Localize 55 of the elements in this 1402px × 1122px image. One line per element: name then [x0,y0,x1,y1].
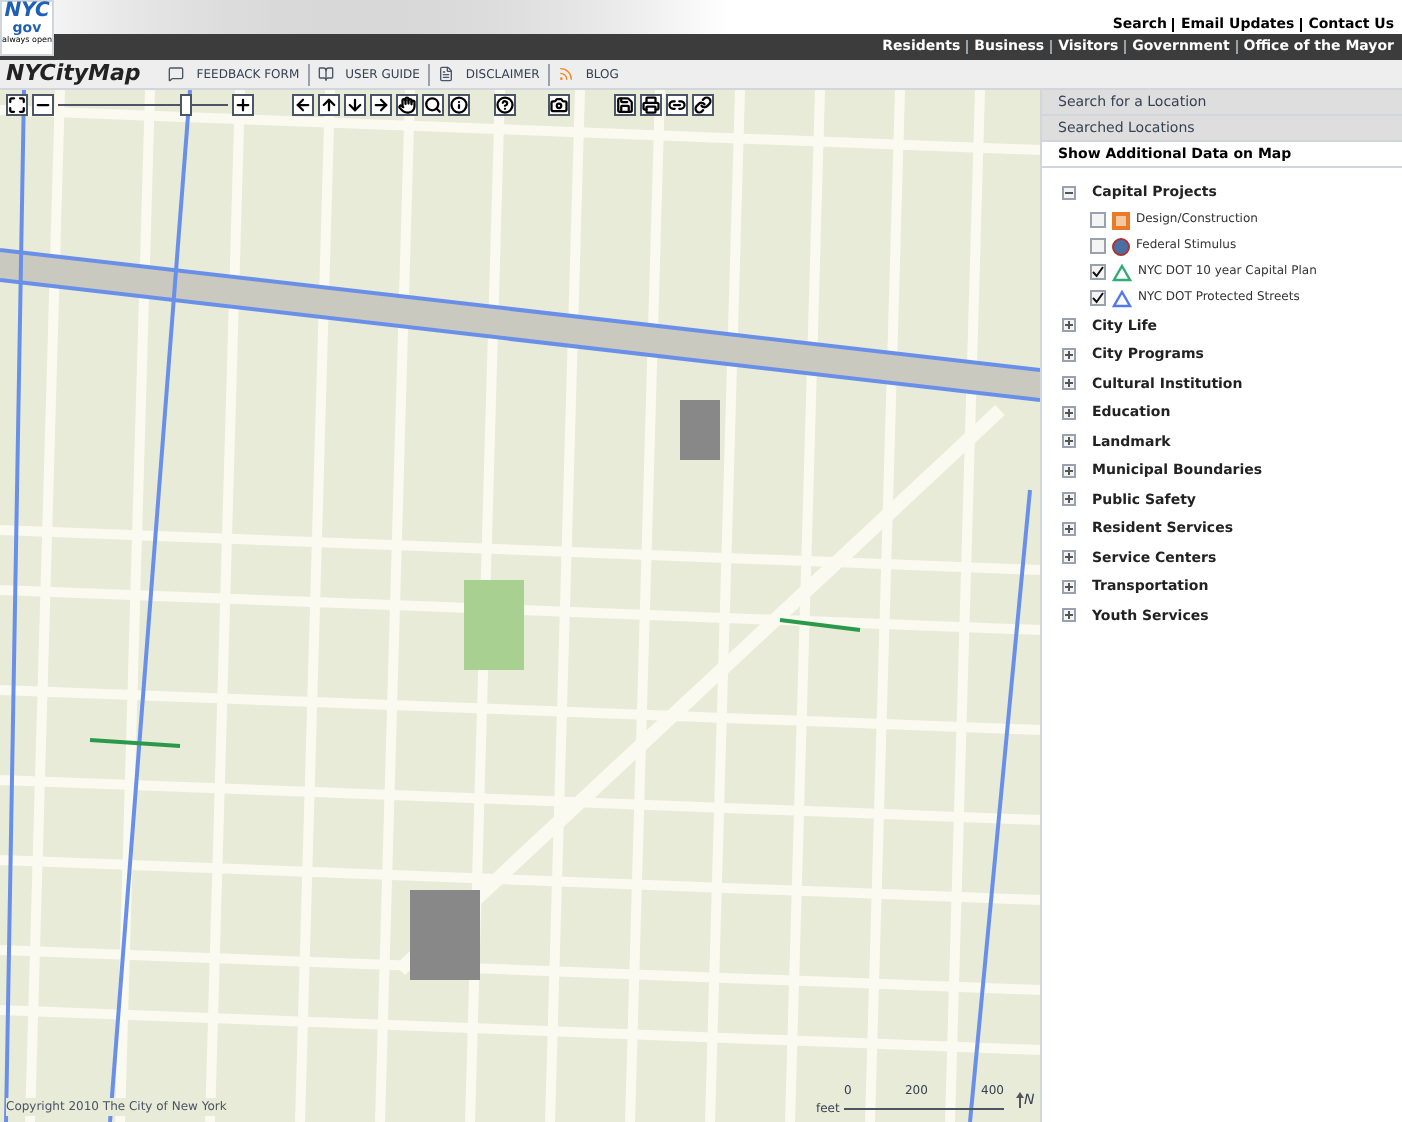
pan-left-button[interactable] [292,94,314,116]
layer-checkbox[interactable] [1090,263,1106,279]
search-icon [424,96,442,114]
expand-button[interactable] [1062,579,1076,594]
pan-right-icon [372,96,390,114]
expand-button[interactable] [1062,492,1076,507]
camera-button[interactable] [548,94,570,116]
expand-button[interactable] [1062,376,1076,391]
link-button[interactable] [692,94,714,116]
link-icon [668,96,686,114]
info-icon [450,96,468,114]
expand-button[interactable] [1062,318,1076,333]
pan-hand-button[interactable] [396,94,418,116]
full-extent-button[interactable] [6,94,28,116]
north-arrow-icon [1016,1091,1024,1108]
feedback-icon [168,66,185,82]
expand-button[interactable] [1062,521,1076,536]
blog-icon [557,66,574,82]
pan-right-button[interactable] [370,94,392,116]
pan-down-button[interactable] [344,94,366,116]
link-button[interactable] [666,94,688,116]
zoom-slider[interactable] [58,94,228,116]
camera-icon [550,96,568,114]
help-button[interactable] [494,94,516,116]
expand-button[interactable] [1062,463,1076,478]
link-icon [694,96,712,114]
zoom-out-button[interactable] [32,94,54,116]
square-icon [1112,211,1130,229]
pan-left-icon [294,96,312,114]
expand-button[interactable] [1062,434,1076,449]
disclaimer-icon [437,66,454,82]
expand-button[interactable] [1062,550,1076,565]
pan-up-button[interactable] [318,94,340,116]
collapse-button[interactable] [1062,185,1076,200]
help-icon [496,96,514,114]
print-button[interactable] [640,94,662,116]
layer-checkbox[interactable] [1090,237,1106,253]
info-button[interactable] [448,94,470,116]
guide-icon [317,66,334,82]
zoom-in-icon [234,96,252,114]
pan-up-icon [320,96,338,114]
layer-checkbox[interactable] [1090,289,1106,305]
pan-hand-icon [398,96,416,114]
layer-checkbox[interactable] [1090,211,1106,227]
expand-button[interactable] [1062,608,1076,623]
search-button[interactable] [422,94,444,116]
expand-button[interactable] [1062,347,1076,362]
zoom-in-button[interactable] [232,94,254,116]
save-icon [616,96,634,114]
pan-down-icon [346,96,364,114]
expand-button[interactable] [1062,405,1076,420]
save-button[interactable] [614,94,636,116]
app-title: NYCityMap [6,57,141,90]
print-icon [642,96,660,114]
full-extent-icon [8,96,26,114]
